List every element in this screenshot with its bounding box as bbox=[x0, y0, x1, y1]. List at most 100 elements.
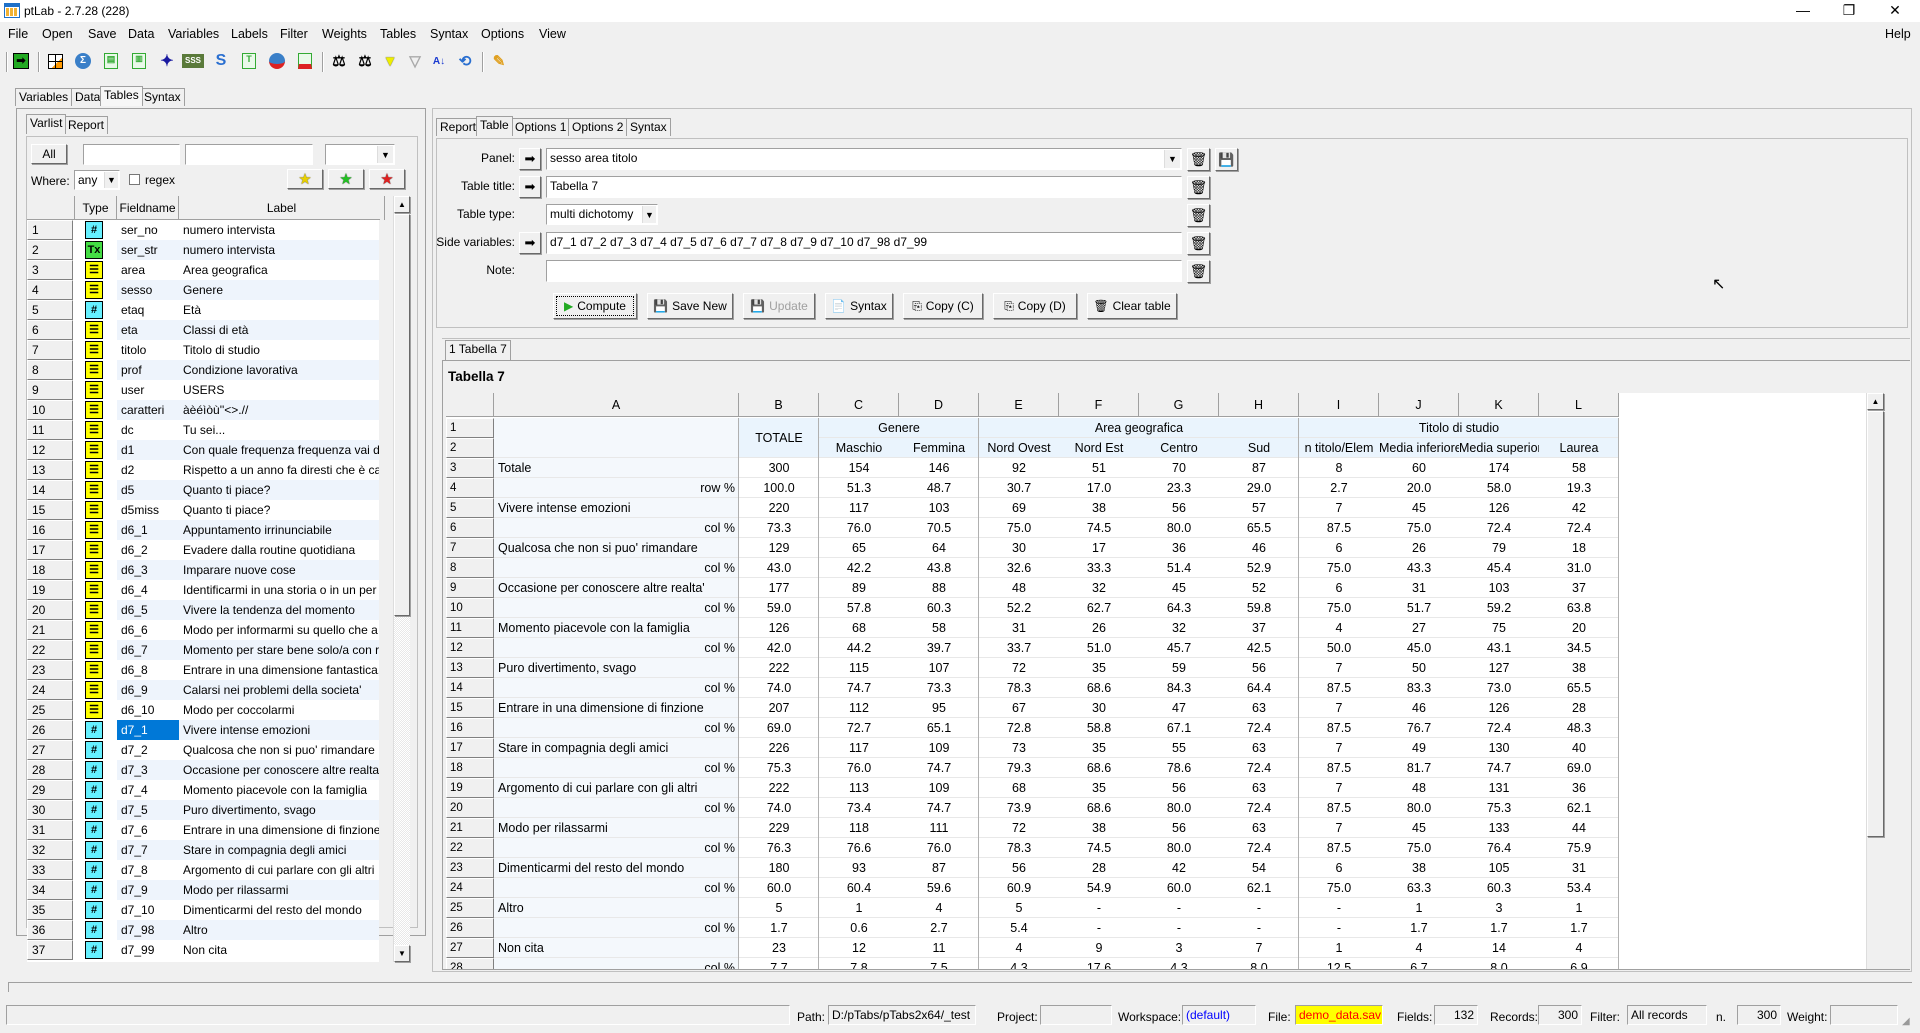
filter-clear-icon[interactable]: ▽ bbox=[404, 50, 426, 72]
data-cell[interactable]: 44.2 bbox=[819, 638, 899, 658]
data-cell[interactable]: 4.3 bbox=[979, 958, 1059, 969]
data-cell[interactable]: 7.7 bbox=[739, 958, 819, 969]
data-cell[interactable]: 7 bbox=[1299, 658, 1379, 678]
label-cell[interactable]: USERS bbox=[179, 380, 379, 400]
data-cell[interactable]: 69.0 bbox=[1539, 758, 1619, 778]
variable-row[interactable]: 3 ☰ area Area geografica bbox=[27, 260, 379, 280]
update-button[interactable]: 💾 Update bbox=[743, 293, 815, 319]
menu-data[interactable]: Data bbox=[128, 27, 154, 41]
data-cell[interactable]: 63 bbox=[1219, 698, 1299, 718]
fieldname-cell[interactable]: d6_3 bbox=[117, 560, 179, 580]
row-number[interactable]: 26 bbox=[27, 720, 73, 740]
variable-row[interactable]: 20 ☰ d6_5 Vivere la tendenza del momento bbox=[27, 600, 379, 620]
sum-icon[interactable]: Σ bbox=[72, 50, 94, 72]
data-cell[interactable]: 75.0 bbox=[1299, 878, 1379, 898]
data-cell[interactable]: 177 bbox=[739, 578, 819, 598]
column-header[interactable]: J bbox=[1379, 393, 1459, 417]
data-cell[interactable]: 74.7 bbox=[1459, 758, 1539, 778]
label-cell[interactable]: Genere bbox=[179, 280, 379, 300]
row-number[interactable]: 14 bbox=[27, 480, 73, 500]
row-label-cell[interactable]: col % bbox=[494, 958, 739, 969]
data-cell[interactable]: 70 bbox=[1139, 458, 1219, 478]
data-cell[interactable]: 73.0 bbox=[1459, 678, 1539, 698]
data-cell[interactable]: 73 bbox=[979, 738, 1059, 758]
chevron-down-icon[interactable]: ▼ bbox=[642, 206, 656, 223]
grid-row-number[interactable]: 17 bbox=[446, 738, 494, 758]
label-cell[interactable]: Stare in compagnia degli amici bbox=[179, 840, 379, 860]
data-cell[interactable]: - bbox=[1059, 898, 1139, 918]
column-header[interactable]: E bbox=[979, 393, 1059, 417]
grid-row-number[interactable]: 11 bbox=[446, 618, 494, 638]
label-cell[interactable]: àèéìòù''<>.// bbox=[179, 400, 379, 420]
menu-filter[interactable]: Filter bbox=[280, 27, 308, 41]
data-cell[interactable]: 57 bbox=[1219, 498, 1299, 518]
data-cell[interactable]: 72.4 bbox=[1219, 838, 1299, 858]
row-number[interactable]: 25 bbox=[27, 700, 73, 720]
copy-d-button[interactable]: ⎘ Copy (D) bbox=[993, 293, 1077, 319]
data-cell[interactable]: 75.0 bbox=[1299, 558, 1379, 578]
grid-row-number[interactable]: 16 bbox=[446, 718, 494, 738]
scroll-down-icon[interactable]: ▼ bbox=[394, 945, 410, 962]
fieldname-cell[interactable]: d1 bbox=[117, 440, 179, 460]
data-cell[interactable]: 4 bbox=[1539, 938, 1619, 958]
row-label-cell[interactable]: Qualcosa che non si puo' rimandare bbox=[494, 538, 739, 558]
row-number[interactable]: 21 bbox=[27, 620, 73, 640]
data-cell[interactable]: 48.3 bbox=[1539, 718, 1619, 738]
data-cell[interactable]: 8 bbox=[1299, 458, 1379, 478]
data-cell[interactable]: 42.5 bbox=[1219, 638, 1299, 658]
column-header[interactable]: G bbox=[1139, 393, 1219, 417]
menu-syntax[interactable]: Syntax bbox=[430, 27, 468, 41]
data-cell[interactable]: 6 bbox=[1299, 538, 1379, 558]
fieldname-cell[interactable]: d7_9 bbox=[117, 880, 179, 900]
minimize-button[interactable]: — bbox=[1780, 0, 1826, 22]
data-cell[interactable]: 105 bbox=[1459, 858, 1539, 878]
data-cell[interactable]: 64 bbox=[899, 538, 979, 558]
variable-row[interactable]: 28 # d7_3 Occasione per conoscere altre rea… bbox=[27, 760, 379, 780]
grid-row-number[interactable]: 6 bbox=[446, 518, 494, 538]
data-cell[interactable]: - bbox=[1139, 918, 1219, 938]
data-cell[interactable]: 74.5 bbox=[1059, 518, 1139, 538]
subheader-cell[interactable]: Nord Est bbox=[1059, 438, 1139, 458]
column-header[interactable]: F bbox=[1059, 393, 1139, 417]
fieldname-cell[interactable]: user bbox=[117, 380, 179, 400]
data-cell[interactable]: 73.9 bbox=[979, 798, 1059, 818]
data-cell[interactable]: 27 bbox=[1379, 618, 1459, 638]
data-cell[interactable]: 79.3 bbox=[979, 758, 1059, 778]
data-cell[interactable]: 89 bbox=[819, 578, 899, 598]
label-cell[interactable]: numero intervista bbox=[179, 240, 379, 260]
data-cell[interactable]: 80.0 bbox=[1139, 798, 1219, 818]
grid-row-number[interactable]: 19 bbox=[446, 778, 494, 798]
filter-icon[interactable]: ▼ bbox=[379, 50, 401, 72]
label-cell[interactable]: Altro bbox=[179, 920, 379, 940]
row-number[interactable]: 32 bbox=[27, 840, 73, 860]
fieldname-cell[interactable]: d6_1 bbox=[117, 520, 179, 540]
data-cell[interactable]: 76.7 bbox=[1379, 718, 1459, 738]
data-cell[interactable]: 9 bbox=[1059, 938, 1139, 958]
row-number[interactable]: 11 bbox=[27, 420, 73, 440]
row-label-cell[interactable]: col % bbox=[494, 598, 739, 618]
fieldname-cell[interactable]: d6_5 bbox=[117, 600, 179, 620]
grid-row-number[interactable]: 14 bbox=[446, 678, 494, 698]
data-cell[interactable]: 37 bbox=[1219, 618, 1299, 638]
row-label-cell[interactable]: Momento piacevole con la famiglia bbox=[494, 618, 739, 638]
data-cell[interactable]: 7 bbox=[1299, 818, 1379, 838]
sss-icon[interactable]: SSS bbox=[182, 50, 204, 72]
data-cell[interactable]: 51.3 bbox=[819, 478, 899, 498]
row-number[interactable]: 29 bbox=[27, 780, 73, 800]
row-number[interactable]: 7 bbox=[27, 340, 73, 360]
row-label-cell[interactable]: Non cita bbox=[494, 938, 739, 958]
data-cell[interactable]: 38 bbox=[1059, 498, 1139, 518]
grid-row-number[interactable]: 25 bbox=[446, 898, 494, 918]
variable-row[interactable]: 34 # d7_9 Modo per rilassarmi bbox=[27, 880, 379, 900]
data-cell[interactable]: 47 bbox=[1139, 698, 1219, 718]
subheader-cell[interactable]: Media inferiore bbox=[1379, 438, 1459, 458]
menu-view[interactable]: View bbox=[539, 27, 566, 41]
row-number[interactable]: 31 bbox=[27, 820, 73, 840]
row-number[interactable]: 13 bbox=[27, 460, 73, 480]
data-cell[interactable]: 4 bbox=[1299, 618, 1379, 638]
subheader-cell[interactable]: Femmina bbox=[899, 438, 979, 458]
data-cell[interactable]: 52.9 bbox=[1219, 558, 1299, 578]
variable-row[interactable]: 11 ☰ dc Tu sei... bbox=[27, 420, 379, 440]
label-cell[interactable]: Area geografica bbox=[179, 260, 379, 280]
grid-corner[interactable] bbox=[446, 393, 494, 417]
